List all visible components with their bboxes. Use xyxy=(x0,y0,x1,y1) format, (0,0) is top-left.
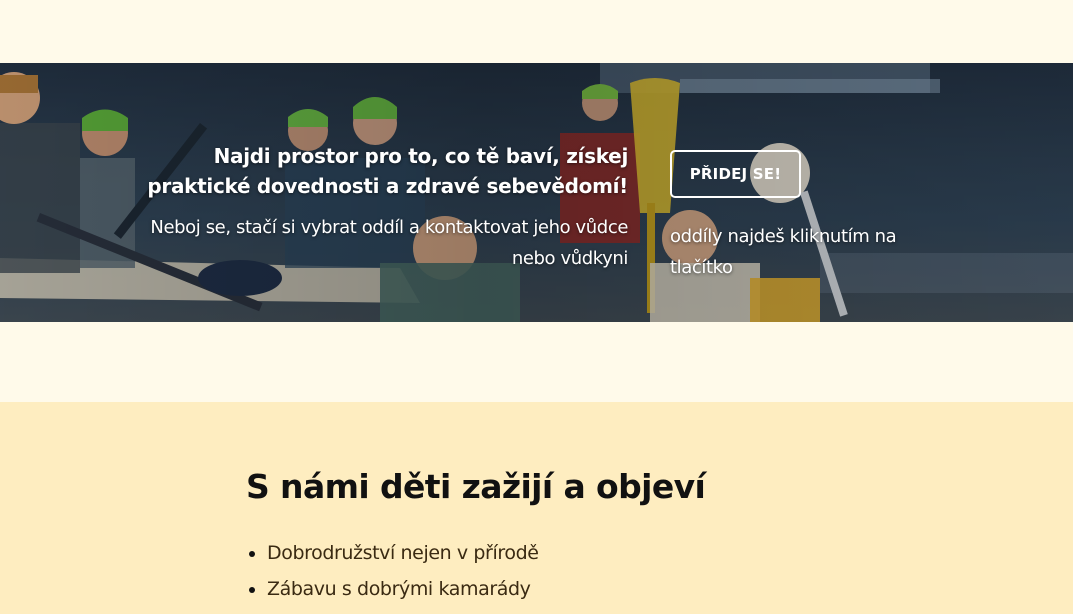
hero-cta-block: PŘIDEJ SE! oddíly najdeš kliknutím na tl… xyxy=(670,150,940,283)
hero-banner: Najdi prostor pro to, co tě baví, získej… xyxy=(0,63,1073,322)
join-button[interactable]: PŘIDEJ SE! xyxy=(670,150,801,198)
hero-subtext-line2: nebo vůdkyni xyxy=(511,248,629,269)
hero-hint: oddíly najdeš kliknutím na tlačítko xyxy=(670,221,940,283)
features-list: Dobrodružství nejen v přírodě Zábavu s d… xyxy=(246,535,705,607)
hero-hint-line1: oddíly najdeš kliknutím na xyxy=(670,226,897,247)
hero-hint-line2: tlačítko xyxy=(670,257,733,278)
hero-headline-line1: Najdi prostor pro to, co tě baví, získej xyxy=(213,144,629,168)
list-item: Zábavu s dobrými kamarády xyxy=(267,571,705,607)
features-section: S námi děti zažijí a objeví Dobrodružstv… xyxy=(0,402,1073,614)
features-content: S námi děti zažijí a objeví Dobrodružstv… xyxy=(246,464,706,607)
list-item: Dobrodružství nejen v přírodě xyxy=(267,535,705,571)
mid-spacer xyxy=(0,322,1073,402)
hero-subtext: Neboj se, stačí si vybrat oddíl a kontak… xyxy=(108,212,628,274)
hero-subtext-line1: Neboj se, stačí si vybrat oddíl a kontak… xyxy=(150,217,628,238)
top-spacer xyxy=(0,0,1073,63)
features-title: S námi děti zažijí a objeví xyxy=(246,467,706,506)
hero-text-block: Najdi prostor pro to, co tě baví, získej… xyxy=(108,141,628,274)
hero-headline-line2: praktické dovednosti a zdravé sebevědomí… xyxy=(147,174,628,198)
hero-headline: Najdi prostor pro to, co tě baví, získej… xyxy=(108,141,628,201)
